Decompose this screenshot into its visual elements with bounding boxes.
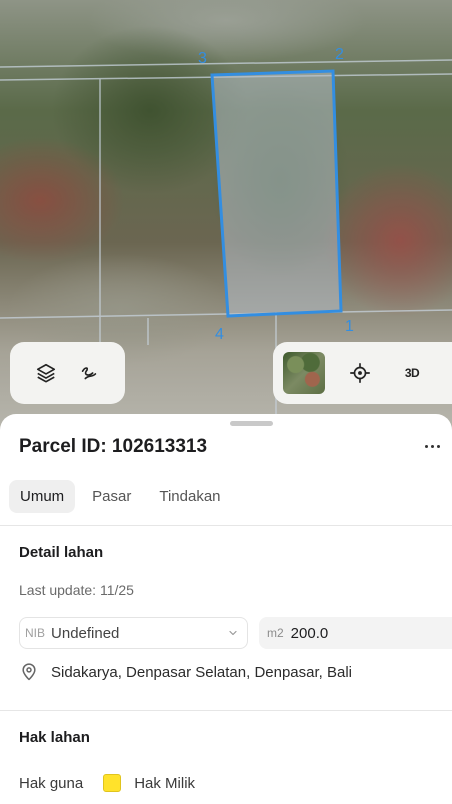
sheet-drag-handle[interactable] xyxy=(230,421,273,426)
parcel-title: Parcel ID: 102613313 xyxy=(19,436,208,457)
parcel-bottom-sheet: Parcel ID: 102613313 Umum Pasar Tindakan… xyxy=(0,414,452,804)
vertex-label: 2 xyxy=(335,46,344,63)
crosshair-icon xyxy=(350,363,370,383)
location-pin-icon xyxy=(22,663,36,681)
satellite-basemap-toggle[interactable] xyxy=(283,352,325,394)
area-value: 200.0 xyxy=(290,624,329,642)
nib-select[interactable]: NIB Undefined xyxy=(19,617,248,649)
tab-tindakan[interactable]: Tindakan xyxy=(148,480,231,513)
more-horizontal-icon xyxy=(424,444,428,448)
vertex-label: 3 xyxy=(198,50,207,67)
view-tools-panel: 3D xyxy=(273,342,452,404)
tab-bar: Umum Pasar Tindakan xyxy=(9,480,232,513)
vertex-label: 1 xyxy=(345,318,354,335)
divider xyxy=(0,710,452,711)
area-field: m2 200.0 xyxy=(259,617,452,649)
tab-umum[interactable]: Umum xyxy=(9,480,76,513)
locate-button[interactable] xyxy=(343,356,377,390)
vertex-label: 4 xyxy=(215,326,224,343)
address-text: Sidakarya, Denpasar Selatan, Denpasar, B… xyxy=(51,663,353,681)
3d-label: 3D xyxy=(404,366,420,380)
measure-line-icon xyxy=(82,367,97,380)
nib-prefix: NIB xyxy=(25,626,46,640)
rights-label: Hak guna xyxy=(19,774,84,792)
map-tools-panel xyxy=(10,342,125,404)
selected-parcel xyxy=(210,69,343,318)
layers-icon xyxy=(36,363,55,383)
section-title-detail: Detail lahan xyxy=(19,544,104,561)
chevron-down-icon xyxy=(229,630,237,636)
rights-value: Hak Milik xyxy=(134,774,196,792)
rights-color-swatch xyxy=(103,774,122,792)
area-unit: m2 xyxy=(267,626,284,640)
3d-toggle-button[interactable]: 3D xyxy=(395,356,429,390)
more-options-button[interactable] xyxy=(420,436,444,456)
nib-value: Undefined xyxy=(51,624,120,642)
divider xyxy=(0,525,452,526)
measure-button[interactable] xyxy=(72,356,106,390)
last-update-text: Last update: 11/25 xyxy=(19,582,134,598)
address-row: Sidakarya, Denpasar Selatan, Denpasar, B… xyxy=(19,662,352,682)
layers-button[interactable] xyxy=(29,356,63,390)
rights-row: Hak guna Hak Milik xyxy=(19,774,195,792)
tab-pasar[interactable]: Pasar xyxy=(81,480,142,513)
section-title-rights: Hak lahan xyxy=(19,729,90,746)
